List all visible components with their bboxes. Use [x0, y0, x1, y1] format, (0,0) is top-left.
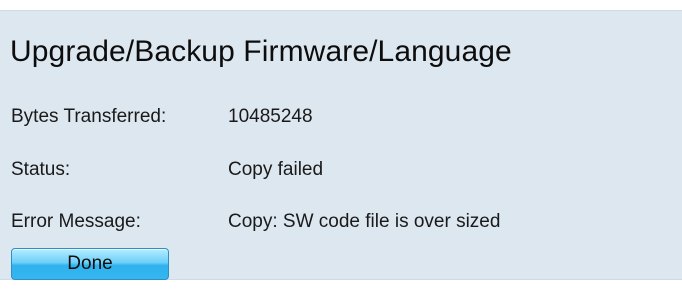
- status-value: Copy failed: [228, 159, 324, 180]
- page-title: Upgrade/Backup Firmware/Language: [10, 35, 512, 68]
- done-button[interactable]: Done: [11, 248, 169, 280]
- bytes-transferred-label: Bytes Transferred:: [11, 106, 167, 127]
- error-message-value: Copy: SW code file is over sized: [228, 211, 501, 232]
- upgrade-status-panel: Upgrade/Backup Firmware/Language Bytes T…: [0, 10, 682, 280]
- status-label: Status:: [11, 159, 71, 180]
- error-message-label: Error Message:: [11, 211, 141, 232]
- bytes-transferred-value: 10485248: [228, 106, 313, 127]
